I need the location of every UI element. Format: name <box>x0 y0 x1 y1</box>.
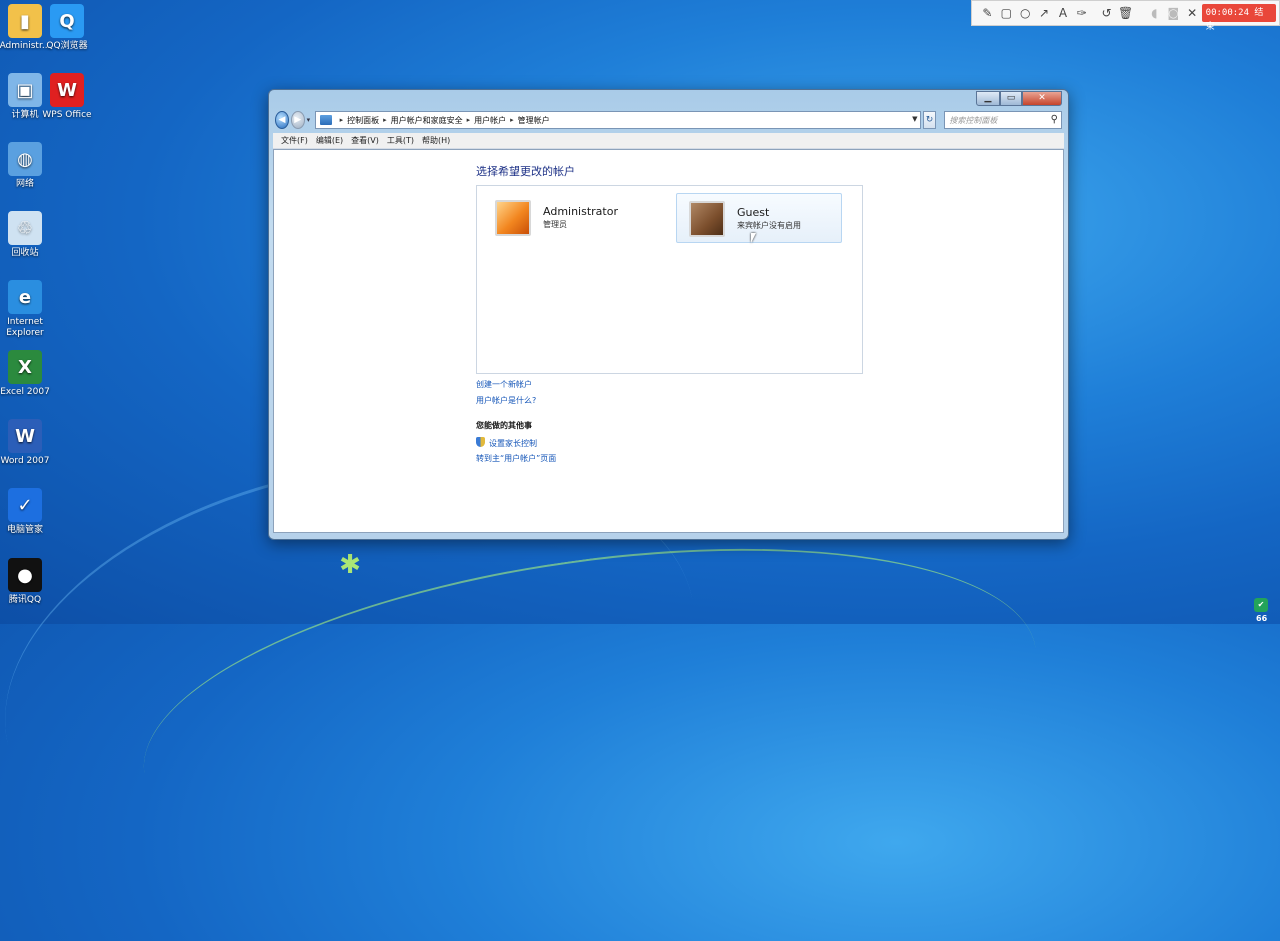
history-dropdown-icon[interactable]: ▾ <box>307 116 313 124</box>
address-bar[interactable]: ▸ 控制面板 ▸ 用户帐户和家庭安全 ▸ 用户帐户 ▸ 管理帐户 ▼ <box>314 111 921 129</box>
desktop-icon-label: Internet Explorer <box>6 317 44 338</box>
text-icon[interactable]: A <box>1054 3 1073 23</box>
account-list: Administrator 管理员 Guest 来宾帐户没有启用 <box>476 185 863 374</box>
desktop-wallpaper-swoosh <box>123 498 1057 924</box>
close-icon[interactable]: ✕ <box>1183 3 1202 23</box>
goto-main-accounts-link[interactable]: 转到主“用户帐户”页面 <box>476 453 556 464</box>
desktop-icon-qq-browser[interactable]: Q QQ浏览器 <box>34 4 100 52</box>
chevron-right-icon: ▸ <box>466 116 471 124</box>
qq-browser-icon: Q <box>50 4 84 38</box>
what-is-account-link[interactable]: 用户帐户是什么? <box>476 395 536 406</box>
desktop-icon-internet-explorer[interactable]: e Internet Explorer <box>0 280 58 339</box>
trash-icon[interactable]: 🗑 <box>1116 3 1135 23</box>
desktop-icon-label: 电脑管家 <box>6 525 43 535</box>
desktop-icon-word[interactable]: W Word 2007 <box>0 419 58 467</box>
search-placeholder: 搜索控制面板 <box>949 115 998 125</box>
security-shield-icon[interactable]: ✔ <box>1254 598 1268 612</box>
breadcrumb-item[interactable]: 用户帐户 <box>474 115 506 126</box>
minimize-button[interactable]: ▁ <box>976 91 1000 106</box>
control-panel-window: ▁ ▭ ✕ ◀ ▶ ▾ ▸ 控制面板 ▸ 用户帐户和家庭安全 ▸ 用户帐户 ▸ … <box>268 89 1069 540</box>
desktop-icon-label: QQ浏览器 <box>46 41 88 51</box>
mouse-cursor <box>751 233 761 243</box>
back-button[interactable]: ◀ <box>275 111 289 129</box>
window-controls: ▁ ▭ ✕ <box>976 91 1062 106</box>
undo-icon[interactable]: ↺ <box>1097 3 1116 23</box>
windows-logo-glow: ✱ <box>339 550 361 580</box>
account-guest[interactable]: Guest 来宾帐户没有启用 <box>676 193 842 243</box>
control-panel-icon <box>319 115 332 125</box>
pencil-icon[interactable]: ✎ <box>978 3 997 23</box>
account-type: 来宾帐户没有启用 <box>737 221 801 230</box>
excel-icon: X <box>8 350 42 384</box>
search-input[interactable]: 搜索控制面板 ⚲ <box>944 111 1062 129</box>
forward-button[interactable]: ▶ <box>290 111 305 129</box>
menu-file[interactable]: 文件(F) <box>281 135 308 146</box>
parental-controls-link[interactable]: 设置家长控制 <box>476 437 537 449</box>
account-name: Guest <box>737 206 770 219</box>
search-icon[interactable]: ⚲ <box>1051 114 1058 125</box>
desktop-icon-label: 腾讯QQ <box>8 595 42 605</box>
menu-edit[interactable]: 编辑(E) <box>316 135 343 146</box>
qq-icon: ● <box>8 558 42 592</box>
desktop-icon-label: Excel 2007 <box>0 387 50 397</box>
account-name: Administrator <box>543 205 618 218</box>
chevron-right-icon: ▸ <box>383 116 387 124</box>
arrow-icon[interactable]: ↗ <box>1035 3 1054 23</box>
parental-controls-label: 设置家长控制 <box>489 439 537 448</box>
desktop-icon-label: WPS Office <box>42 110 92 120</box>
desktop-icon-qq[interactable]: ● 腾讯QQ <box>0 558 58 606</box>
screen-recorder-toolbar: ✎ ▢ ○ ↗ A ✑ ↺ 🗑 ◖ ◙ ✕ 00:00:24 结束 <box>971 0 1280 32</box>
desktop-icon-label: Word 2007 <box>0 456 50 466</box>
chevron-right-icon: ▸ <box>339 116 344 124</box>
mic-icon[interactable]: ◖ <box>1145 3 1164 23</box>
desktop-icon-recycle-bin[interactable]: ♲ 回收站 <box>0 211 58 259</box>
network-icon: ◍ <box>8 142 42 176</box>
desktop-icon-wps-office[interactable]: W WPS Office <box>34 73 100 121</box>
pc-manager-icon: ✓ <box>8 488 42 522</box>
other-tasks-heading: 您能做的其他事 <box>476 421 532 430</box>
account-type: 管理员 <box>543 220 567 229</box>
account-avatar <box>495 200 531 236</box>
menu-tools[interactable]: 工具(T) <box>387 135 414 146</box>
chevron-down-icon[interactable]: ▼ <box>912 115 917 123</box>
breadcrumb-item[interactable]: 管理帐户 <box>518 115 550 126</box>
menu-view[interactable]: 查看(V) <box>351 135 379 146</box>
internet-explorer-icon: e <box>8 280 42 314</box>
desktop-icon-excel[interactable]: X Excel 2007 <box>0 350 58 398</box>
chevron-right-icon: ▸ <box>510 116 514 124</box>
tray-number: 66 <box>1256 614 1268 623</box>
account-administrator[interactable]: Administrator 管理员 <box>483 193 649 243</box>
shield-icon <box>476 437 485 447</box>
wps-office-icon: W <box>50 73 84 107</box>
close-button[interactable]: ✕ <box>1022 91 1062 106</box>
account-avatar <box>689 201 725 237</box>
menu-help[interactable]: 帮助(H) <box>422 135 450 146</box>
content-pane: 选择希望更改的帐户 Administrator 管理员 Guest 来宾帐户没有… <box>273 149 1064 533</box>
desktop-icon-pc-manager[interactable]: ✓ 电脑管家 <box>0 488 58 536</box>
recording-timer-button[interactable]: 00:00:24 结束 <box>1201 4 1276 32</box>
breadcrumb-item[interactable]: 用户帐户和家庭安全 <box>391 115 463 126</box>
word-icon: W <box>8 419 42 453</box>
recycle-bin-icon: ♲ <box>8 211 42 245</box>
navigation-bar: ◀ ▶ ▾ ▸ 控制面板 ▸ 用户帐户和家庭安全 ▸ 用户帐户 ▸ 管理帐户 ▼… <box>275 110 1062 130</box>
camera-icon[interactable]: ◙ <box>1164 3 1183 23</box>
highlighter-icon[interactable]: ✑ <box>1072 3 1091 23</box>
refresh-button[interactable]: ↻ <box>922 111 937 129</box>
menu-bar: 文件(F) 编辑(E) 查看(V) 工具(T) 帮助(H) <box>273 133 1064 149</box>
create-account-link[interactable]: 创建一个新帐户 <box>476 379 532 390</box>
page-title: 选择希望更改的帐户 <box>476 165 575 178</box>
desktop-icon-label: 回收站 <box>11 248 39 258</box>
breadcrumb-item[interactable]: 控制面板 <box>347 115 379 126</box>
circle-icon[interactable]: ○ <box>1016 3 1035 23</box>
rectangle-icon[interactable]: ▢ <box>997 3 1016 23</box>
maximize-button[interactable]: ▭ <box>1000 91 1022 106</box>
desktop-icon-label: 网络 <box>15 179 34 189</box>
desktop-icon-network[interactable]: ◍ 网络 <box>0 142 58 190</box>
